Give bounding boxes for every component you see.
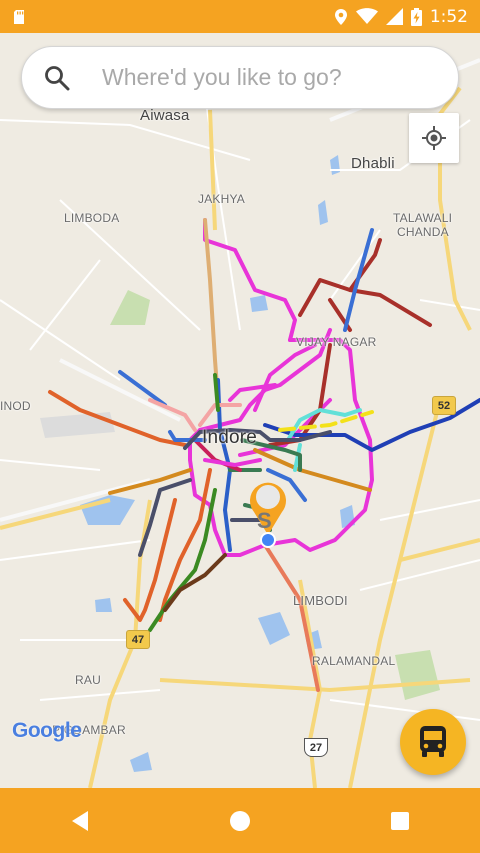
place-label-limbodi: LIMBODI (293, 593, 348, 608)
place-label-vijay-nagar: VIJAY NAGAR (296, 335, 377, 349)
search-input[interactable] (100, 63, 434, 92)
place-label-jakhya: JAKHYA (198, 192, 245, 206)
search-icon[interactable] (44, 65, 70, 91)
city-label-indore: Indore (202, 427, 258, 448)
system-nav-bar (0, 788, 480, 853)
map-view[interactable]: Indore S Aiwasa Dhabli JAKHYA LIMBODA TA… (0, 33, 480, 788)
signal-icon (385, 8, 403, 25)
marker-letter: S (257, 508, 272, 533)
place-label-inod: INOD (0, 399, 31, 413)
my-location-button[interactable] (409, 113, 459, 163)
home-button[interactable] (210, 796, 270, 846)
clock: 1:52 (429, 6, 468, 27)
location-icon (334, 8, 347, 25)
place-label-chanda: CHANDA (397, 225, 449, 239)
bus-button[interactable] (400, 709, 466, 775)
search-bar[interactable] (21, 46, 459, 109)
my-location-icon (422, 126, 446, 150)
place-label-rau: RAU (75, 673, 101, 687)
highway-shield-47: 47 (126, 630, 150, 649)
home-icon (230, 810, 250, 831)
place-label-limboda: LIMBODA (64, 211, 120, 225)
status-bar: 1:52 (0, 0, 480, 33)
wifi-icon (355, 8, 378, 24)
battery-charging-icon (410, 7, 422, 26)
recents-button[interactable] (370, 796, 430, 846)
place-label-talawali: TALAWALI (393, 211, 453, 225)
back-button[interactable] (50, 796, 110, 846)
highway-shield-52: 52 (432, 396, 456, 415)
highway-shield-27: 27 (304, 738, 328, 757)
sd-card-icon (14, 9, 24, 24)
recents-icon (391, 811, 409, 830)
google-logo: Google (12, 719, 82, 743)
google-attribution: Google (12, 719, 82, 742)
map-canvas[interactable] (0, 33, 480, 788)
place-label-aiwasa: Aiwasa (140, 107, 190, 124)
bus-icon (420, 726, 446, 757)
place-label-ralamandal: RALAMANDAL (312, 654, 396, 668)
current-location-dot (260, 532, 276, 548)
back-icon (72, 810, 88, 831)
place-label-dhabli: Dhabli (351, 155, 395, 172)
